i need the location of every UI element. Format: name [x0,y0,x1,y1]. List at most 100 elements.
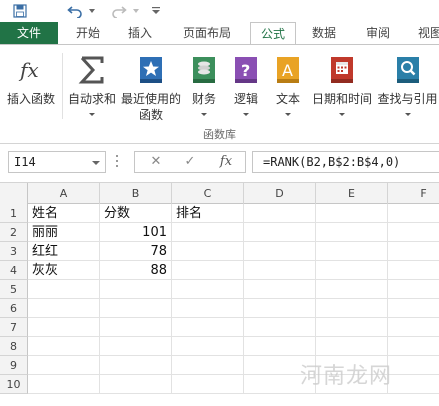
formula-input[interactable]: =RANK(B2,B$2:B$4,0) [252,151,439,173]
cell[interactable] [388,280,439,299]
column-header-a[interactable]: A [28,183,100,204]
column-header-f[interactable]: F [388,183,439,204]
cell[interactable] [244,280,316,299]
cell[interactable] [28,299,100,318]
cell[interactable] [100,299,172,318]
column-header-e[interactable]: E [316,183,388,204]
cell[interactable] [172,280,244,299]
tab-formulas[interactable]: 公式 [250,22,296,45]
cell[interactable] [172,261,244,280]
column-header-b[interactable]: B [100,183,172,204]
cell[interactable] [316,223,388,242]
cell[interactable] [100,280,172,299]
row-header[interactable]: 5 [0,280,28,299]
cell[interactable] [100,337,172,356]
cell[interactable] [172,337,244,356]
tab-view[interactable]: 视图 [410,22,439,44]
cell[interactable] [244,261,316,280]
cell[interactable]: 排名 [172,204,244,223]
cell[interactable] [316,242,388,261]
undo-dropdown-icon[interactable] [88,1,96,21]
cell[interactable] [100,356,172,375]
cell[interactable] [244,299,316,318]
cell[interactable] [388,299,439,318]
cell[interactable] [388,318,439,337]
cell[interactable] [172,318,244,337]
lookup-reference-button[interactable]: 查找与引用 [376,51,439,121]
column-header-c[interactable]: C [172,183,244,204]
row-header[interactable]: 10 [0,375,28,394]
row-header[interactable]: 7 [0,318,28,337]
cell[interactable]: 78 [100,242,172,261]
financial-button[interactable]: 财务 [186,51,222,121]
cell[interactable] [28,280,100,299]
customize-icon[interactable] [150,1,162,21]
tab-review[interactable]: 审阅 [358,22,398,44]
row-header[interactable]: 2 [0,223,28,242]
cell[interactable] [28,337,100,356]
cell[interactable]: 红红 [28,242,100,261]
cell[interactable] [316,337,388,356]
cell[interactable] [244,223,316,242]
cell[interactable] [100,375,172,394]
tab-page-layout[interactable]: 页面布局 [174,22,240,44]
cell[interactable]: 分数 [100,204,172,223]
row-header[interactable]: 6 [0,299,28,318]
cell[interactable] [172,223,244,242]
cell[interactable]: 姓名 [28,204,100,223]
cell[interactable] [172,356,244,375]
cell[interactable]: 丽丽 [28,223,100,242]
cell[interactable] [28,318,100,337]
date-time-button[interactable]: 日期和时间 [310,51,374,121]
text-button[interactable]: A 文本 [270,51,306,121]
undo-icon[interactable] [64,1,86,21]
cell[interactable] [28,375,100,394]
select-all-corner[interactable] [0,183,28,204]
row-header[interactable]: 8 [0,337,28,356]
enter-icon[interactable]: ✓ [175,152,205,172]
insert-function-button[interactable]: fx 插入函数 [2,51,60,121]
cell[interactable] [316,261,388,280]
cell[interactable] [100,318,172,337]
cell[interactable] [244,318,316,337]
cell[interactable] [388,204,439,223]
cell[interactable] [244,204,316,223]
row-header[interactable]: 1 [0,204,28,223]
logical-button[interactable]: ? 逻辑 [228,51,264,121]
row-header[interactable]: 4 [0,261,28,280]
redo-icon[interactable] [108,1,130,21]
tab-insert[interactable]: 插入 [120,22,160,44]
chevron-down-icon[interactable] [92,161,100,165]
cell[interactable]: 灰灰 [28,261,100,280]
cell[interactable] [316,280,388,299]
cell[interactable] [316,204,388,223]
insert-function-fx-button[interactable]: fx [211,152,241,172]
cell[interactable] [316,318,388,337]
cell[interactable]: 88 [100,261,172,280]
row-header[interactable]: 9 [0,356,28,375]
autosum-button[interactable]: 自动求和 [64,51,120,121]
cell[interactable] [388,337,439,356]
cell[interactable]: 101 [100,223,172,242]
cell[interactable] [244,337,316,356]
name-box[interactable]: I14 [8,151,106,173]
resize-handle-icon[interactable] [116,155,118,169]
row-header[interactable]: 3 [0,242,28,261]
tab-data[interactable]: 数据 [304,22,344,44]
tab-file[interactable]: 文件 [0,22,58,44]
cell[interactable] [316,299,388,318]
cell[interactable] [172,375,244,394]
tab-home[interactable]: 开始 [68,22,108,44]
cell[interactable] [388,261,439,280]
cell[interactable] [388,223,439,242]
cell[interactable] [388,242,439,261]
redo-dropdown-icon[interactable] [132,1,140,21]
cell[interactable] [172,242,244,261]
cancel-icon[interactable]: ✕ [141,152,171,172]
cell[interactable] [172,299,244,318]
cell[interactable] [28,356,100,375]
recently-used-button[interactable]: 最近使用的 函数 [120,51,182,122]
save-icon[interactable] [10,1,30,21]
column-header-d[interactable]: D [244,183,316,204]
cell[interactable] [244,242,316,261]
